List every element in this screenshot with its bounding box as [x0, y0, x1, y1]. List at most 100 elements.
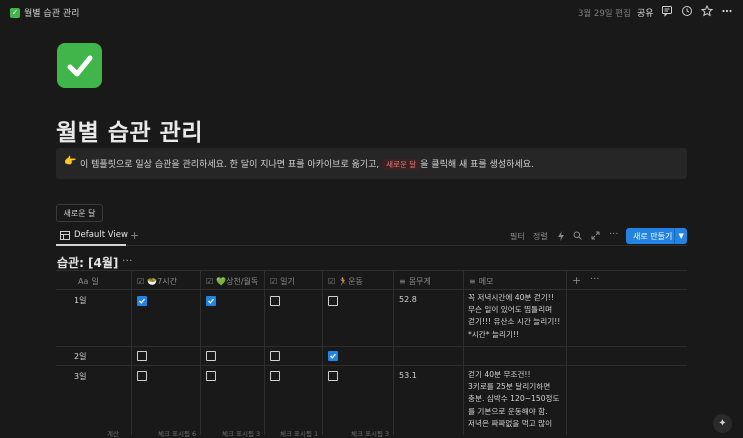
checkbox[interactable]: [137, 351, 147, 361]
weight-value[interactable]: 52.8: [399, 295, 417, 304]
checkbox[interactable]: [206, 371, 216, 381]
column-label: 몸무게: [408, 277, 431, 286]
lightning-icon[interactable]: [557, 231, 565, 241]
table-border: [56, 289, 687, 290]
page-title[interactable]: 월별 습관 관리: [56, 113, 203, 147]
memo-cell[interactable]: 걷기 40분 무조건!! 3키로를 25분 달리기하면 충분. 심박수 120~…: [468, 369, 590, 435]
number-type-icon: ≡: [399, 277, 406, 286]
column-label: 일: [91, 277, 99, 286]
calc-label: 체크 표시됨: [351, 430, 383, 438]
calc-value: 3: [256, 430, 261, 438]
breadcrumb[interactable]: ✓ 월별 습관 관리: [10, 6, 79, 19]
row-day[interactable]: 3일: [74, 371, 86, 382]
active-tab-underline: [56, 244, 126, 246]
add-view-icon[interactable]: +: [130, 229, 139, 242]
checkbox[interactable]: [270, 371, 280, 381]
check-mark-icon: ✓: [10, 7, 20, 18]
checkbox-checked[interactable]: [328, 351, 338, 361]
page-icon-check-mark[interactable]: [57, 43, 102, 88]
sort-button[interactable]: 정렬: [533, 231, 548, 242]
column-divider: [264, 270, 265, 435]
ai-sparkle-button[interactable]: ✦: [713, 414, 732, 433]
calc-checked[interactable]: 체크 표시됨 1: [280, 428, 318, 438]
column-header-weight[interactable]: ≡ 몸무게: [399, 276, 431, 287]
new-button[interactable]: 새로 만들기 ▼: [626, 228, 687, 244]
column-header-reading[interactable]: ☑ 💚상천/월독: [206, 276, 258, 287]
column-more-icon[interactable]: ···: [590, 274, 600, 285]
column-divider: [131, 270, 132, 435]
column-label: 🏃운동: [338, 277, 363, 286]
memo-line: 무슨 일이 있어도 띰틀리며: [468, 305, 553, 315]
chevron-down-icon[interactable]: ▼: [675, 232, 687, 240]
checkbox-type-icon: ☑: [206, 277, 214, 286]
weight-value[interactable]: 53.1: [399, 371, 417, 380]
clock-icon[interactable]: [681, 5, 693, 17]
calc-checked[interactable]: 체크 표시됨 3: [222, 428, 260, 438]
expand-icon[interactable]: [591, 231, 600, 240]
breadcrumb-title: 월별 습관 관리: [24, 9, 80, 19]
column-label: 메모: [478, 277, 494, 286]
memo-line: 충분. 심박수 120~150정도: [468, 394, 560, 404]
memo-line: 걷기 40분 무조건!!: [468, 370, 531, 379]
memo-line: 걷기!!! 유산소 시간 늘리기!!: [468, 317, 561, 327]
new-button-label: 새로 만들기: [633, 231, 673, 241]
calculate-label[interactable]: 계산: [107, 428, 119, 438]
database-more-icon[interactable]: ···: [122, 254, 133, 267]
search-icon[interactable]: [573, 231, 582, 240]
memo-line: 3키로를 25분 달리기하면: [468, 382, 551, 392]
table-border: [56, 270, 687, 271]
calc-checked[interactable]: 체크 표시됨 3: [351, 428, 389, 438]
text-type-icon: Aa: [78, 277, 89, 286]
table-border: [56, 346, 687, 347]
more-options-icon[interactable]: ···: [609, 229, 619, 240]
checkbox[interactable]: [137, 371, 147, 381]
column-label: 💚상천/월독: [216, 277, 259, 286]
callout-text-suffix: 을 클릭해 새 표를 생성하세요.: [420, 160, 534, 170]
database-title[interactable]: 습관: [4월]: [57, 254, 118, 271]
star-icon[interactable]: [701, 5, 713, 17]
checkbox[interactable]: [270, 351, 280, 361]
pointing-hand-icon: 👉: [64, 156, 77, 167]
filter-button[interactable]: 필터: [510, 231, 525, 242]
calc-checked[interactable]: 체크 표시됨 6: [158, 428, 196, 438]
column-label: 일기: [280, 277, 295, 286]
checkmark-icon: [208, 298, 214, 304]
last-edited-label: 3월 29일 편집: [578, 9, 631, 19]
checkbox-checked[interactable]: [137, 296, 147, 306]
column-header-day[interactable]: Aa 일: [78, 276, 99, 287]
checkbox[interactable]: [328, 371, 338, 381]
table-icon: [60, 230, 70, 240]
memo-cell[interactable]: 꼭 저녁시간에 40분 걷기!! 무슨 일이 있어도 띰틀리며 걷기!!! 유산…: [468, 292, 590, 341]
column-header-diary[interactable]: ☑ 일기: [270, 276, 295, 287]
checkmark-icon: [139, 298, 145, 304]
row-day[interactable]: 1일: [74, 295, 86, 306]
callout-text: 이 템플릿으로 일상 습관을 관리하세요. 한 달이 지나면 표를 아카이브로 …: [80, 157, 534, 170]
checkmark-icon: [330, 353, 336, 359]
column-divider: [463, 270, 464, 435]
callout-text-prefix: 이 템플릿으로 일상 습관을 관리하세요. 한 달이 지나면 표를 아카이브로 …: [80, 160, 380, 170]
table-border: [56, 365, 687, 366]
share-button[interactable]: 공유: [637, 6, 654, 19]
memo-line: *시간* 늘리기!!: [468, 329, 520, 339]
row-day[interactable]: 2일: [74, 351, 86, 362]
column-divider: [393, 270, 394, 435]
new-month-button[interactable]: 새로운 달: [56, 204, 103, 222]
check-mark-icon: [67, 55, 92, 76]
comment-icon[interactable]: [661, 5, 673, 17]
checkbox[interactable]: [328, 296, 338, 306]
checkbox[interactable]: [206, 351, 216, 361]
checkbox[interactable]: [270, 296, 280, 306]
checkbox-type-icon: ☑: [270, 277, 278, 286]
column-header-sleep[interactable]: ☑ 🥗7시간: [137, 276, 177, 287]
calc-value: 3: [385, 430, 390, 438]
tab-default-view[interactable]: Default View: [60, 230, 128, 240]
memo-line: 를 기본으로 운동해야 함.: [468, 406, 548, 416]
checkbox-checked[interactable]: [206, 296, 216, 306]
memo-line: 꼭 저녁시간에 40분 걷기!!: [468, 293, 554, 302]
add-column-icon[interactable]: +: [572, 274, 581, 287]
column-header-memo[interactable]: ≡ 메모: [469, 276, 493, 287]
memo-line: 저녁은 짜짜없을 먹고 많이: [468, 418, 553, 428]
column-header-exercise[interactable]: ☑ 🏃운동: [328, 276, 363, 287]
more-icon[interactable]: [721, 5, 733, 17]
calc-label: 체크 표시됨: [158, 430, 190, 438]
